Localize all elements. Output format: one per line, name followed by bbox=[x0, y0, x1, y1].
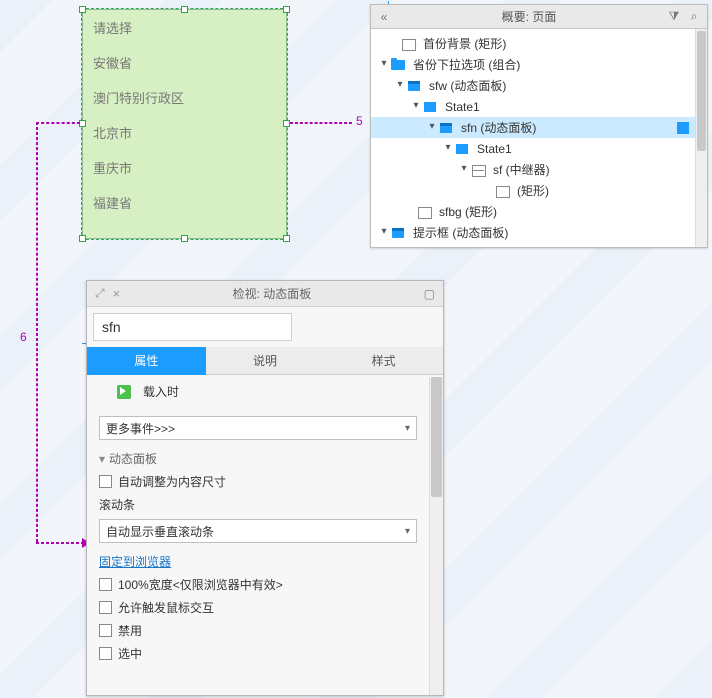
repeater-icon bbox=[471, 163, 487, 177]
listbox-option[interactable]: 北京市 bbox=[83, 115, 286, 150]
rectangle-icon bbox=[495, 184, 511, 198]
tree-node[interactable]: ▾State1 bbox=[371, 138, 695, 159]
folder-icon bbox=[391, 58, 407, 72]
inspector-panel: ⤢ × 检视: 动态面板 ▢ 属性 说明 样式 载入时 更多事件>>> ▾动态面… bbox=[86, 280, 444, 696]
panel-icon bbox=[391, 226, 407, 240]
tree-node[interactable]: ▾提示框 (动态面板) bbox=[371, 222, 695, 243]
event-icon bbox=[117, 385, 131, 399]
resize-handle[interactable] bbox=[283, 120, 290, 127]
outline-panel: « 概要: 页面 ⧩ ⌕ 首份背景 (矩形) ▾省份下拉选项 (组合) ▾sfw… bbox=[370, 4, 708, 248]
listbox-option[interactable]: 安徽省 bbox=[83, 45, 286, 80]
scrollbar-label: 滚动条 bbox=[99, 496, 417, 513]
collapse-icon[interactable]: ⤢ bbox=[95, 286, 105, 301]
panel-icon bbox=[407, 79, 423, 93]
resize-handle[interactable] bbox=[283, 235, 290, 242]
section-dynamic-panel: ▾动态面板 bbox=[99, 450, 417, 467]
annotation-6: 6 bbox=[20, 330, 27, 344]
widget-name-input[interactable] bbox=[93, 313, 292, 341]
tree-node-selected[interactable]: ▾sfn (动态面板) bbox=[371, 117, 695, 138]
scrollbar-thumb[interactable] bbox=[431, 377, 442, 497]
outline-title: 概要: 页面 bbox=[391, 8, 667, 25]
rectangle-icon bbox=[417, 205, 433, 219]
state-icon bbox=[423, 100, 439, 114]
listbox-option[interactable]: 澳门特别行政区 bbox=[83, 80, 286, 115]
search-icon[interactable]: ⌕ bbox=[687, 9, 701, 24]
pin-to-browser-link[interactable]: 固定到浏览器 bbox=[99, 553, 171, 570]
checkbox-fit-content[interactable]: 自动调整为内容尺寸 bbox=[99, 473, 417, 490]
page-icon[interactable]: ▢ bbox=[424, 287, 435, 301]
scrollbar-dropdown[interactable]: 自动显示垂直滚动条 bbox=[99, 519, 417, 543]
guide-line bbox=[36, 122, 38, 542]
listbox-option[interactable]: 请选择 bbox=[83, 10, 286, 45]
checkbox-full-width[interactable]: 100%宽度<仅限浏览器中有效> bbox=[99, 576, 417, 593]
inspector-tabs: 属性 说明 样式 bbox=[87, 347, 443, 375]
listbox-option[interactable]: 福建省 bbox=[83, 185, 286, 220]
rectangle-icon bbox=[401, 37, 417, 51]
scrollbar-thumb[interactable] bbox=[697, 31, 706, 151]
listbox-option[interactable]: 重庆市 bbox=[83, 150, 286, 185]
outline-tree: 首份背景 (矩形) ▾省份下拉选项 (组合) ▾sfw (动态面板) ▾Stat… bbox=[371, 29, 695, 247]
resize-handle[interactable] bbox=[283, 6, 290, 13]
scrollbar[interactable] bbox=[429, 377, 443, 695]
tab-style[interactable]: 样式 bbox=[324, 347, 443, 375]
tab-notes[interactable]: 说明 bbox=[206, 347, 325, 375]
inspector-header: ⤢ × 检视: 动态面板 ▢ bbox=[87, 281, 443, 307]
tree-node[interactable]: ▾sfw (动态面板) bbox=[371, 75, 695, 96]
guide-line bbox=[36, 122, 80, 124]
annotation-5: 5 bbox=[356, 114, 363, 128]
guide-line bbox=[36, 542, 84, 544]
checkbox-mouse-events[interactable]: 允许触发鼠标交互 bbox=[99, 599, 417, 616]
checkbox-disable[interactable]: 禁用 bbox=[99, 622, 417, 639]
tree-node[interactable]: 首份背景 (矩形) bbox=[371, 33, 695, 54]
tree-node[interactable]: ▾State1 bbox=[371, 96, 695, 117]
resize-handle[interactable] bbox=[79, 235, 86, 242]
resize-handle[interactable] bbox=[181, 6, 188, 13]
tree-node[interactable]: sfbg (矩形) bbox=[371, 201, 695, 222]
tree-node[interactable]: ▾省份下拉选项 (组合) bbox=[371, 54, 695, 75]
outline-header: « 概要: 页面 ⧩ ⌕ bbox=[371, 5, 707, 29]
resize-handle[interactable] bbox=[79, 6, 86, 13]
checkbox-selected[interactable]: 选中 bbox=[99, 645, 417, 662]
filter-icon[interactable]: ⧩ bbox=[667, 9, 681, 24]
chevron-left-icon[interactable]: « bbox=[377, 10, 391, 24]
resize-handle[interactable] bbox=[181, 235, 188, 242]
resize-handle[interactable] bbox=[79, 120, 86, 127]
event-on-load[interactable]: 载入时 bbox=[117, 383, 417, 400]
tree-node[interactable]: ▾sf (中继器) bbox=[371, 159, 695, 180]
more-events-dropdown[interactable]: 更多事件>>> bbox=[99, 416, 417, 440]
tab-properties[interactable]: 属性 bbox=[87, 347, 206, 375]
visibility-toggle[interactable] bbox=[677, 122, 689, 134]
guide-line bbox=[290, 122, 352, 124]
panel-icon bbox=[439, 121, 455, 135]
close-icon[interactable]: × bbox=[113, 286, 121, 301]
state-icon bbox=[455, 142, 471, 156]
scrollbar[interactable] bbox=[695, 29, 707, 247]
listbox-province[interactable]: 请选择 安徽省 澳门特别行政区 北京市 重庆市 福建省 bbox=[82, 9, 287, 239]
tree-node[interactable]: (矩形) bbox=[371, 180, 695, 201]
inspector-title: 检视: 动态面板 bbox=[120, 285, 423, 302]
